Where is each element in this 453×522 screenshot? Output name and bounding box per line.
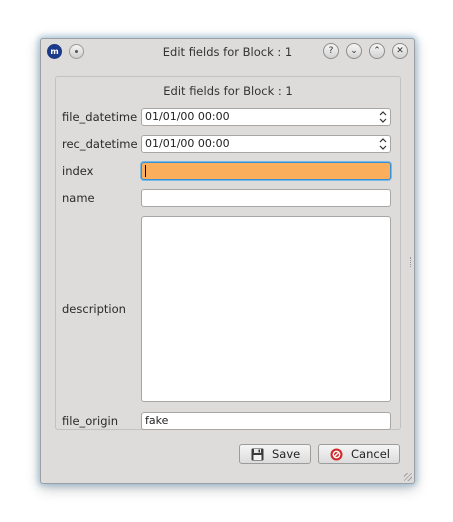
- file-datetime-label: file_datetime: [62, 110, 138, 124]
- file-origin-label: file_origin: [62, 414, 119, 428]
- rec-datetime-value: 01/01/00 00:00: [145, 137, 230, 150]
- close-button[interactable]: ✕: [392, 43, 408, 59]
- maximize-button[interactable]: ⌃: [369, 43, 385, 59]
- rec-datetime-input[interactable]: 01/01/00 00:00: [141, 135, 391, 153]
- help-button[interactable]: ?: [323, 43, 339, 59]
- name-input[interactable]: [141, 189, 391, 207]
- minimize-button[interactable]: ⌄: [346, 43, 362, 59]
- edit-fields-dialog: m Edit fields for Block : 1 ? ⌄ ⌃ ✕ Edit…: [40, 38, 415, 484]
- splitter-handle[interactable]: [410, 257, 414, 267]
- name-label: name: [62, 191, 95, 205]
- title-bar[interactable]: m Edit fields for Block : 1 ? ⌄ ⌃ ✕: [41, 39, 414, 63]
- description-label: description: [62, 302, 126, 316]
- resize-grip-icon[interactable]: [404, 473, 412, 481]
- text-caret: [145, 165, 146, 177]
- cancel-icon: [330, 448, 343, 461]
- save-button[interactable]: Save: [239, 444, 311, 464]
- cancel-label: Cancel: [351, 447, 390, 461]
- spin-arrows-icon[interactable]: [378, 136, 388, 152]
- fields-group-box: Edit fields for Block : 1 file_datetime …: [55, 76, 401, 430]
- index-input[interactable]: [141, 162, 391, 180]
- spin-arrows-icon[interactable]: [378, 109, 388, 125]
- file-datetime-input[interactable]: 01/01/00 00:00: [141, 108, 391, 126]
- file-origin-input[interactable]: fake: [141, 412, 391, 430]
- cancel-button[interactable]: Cancel: [318, 444, 400, 464]
- index-label: index: [62, 164, 94, 178]
- group-title: Edit fields for Block : 1: [163, 84, 293, 98]
- file-origin-value: fake: [145, 414, 169, 427]
- rec-datetime-label: rec_datetime: [62, 137, 138, 151]
- file-datetime-value: 01/01/00 00:00: [145, 110, 230, 123]
- floppy-disk-icon: [251, 448, 264, 461]
- save-label: Save: [272, 447, 301, 461]
- description-textarea[interactable]: [141, 216, 391, 402]
